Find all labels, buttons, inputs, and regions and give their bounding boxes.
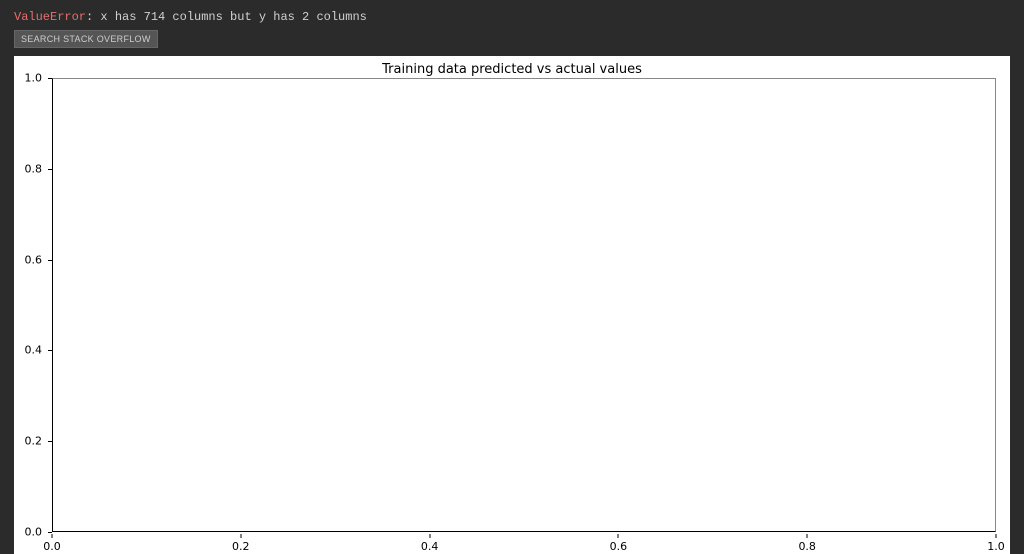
y-tick-label: 0.2 xyxy=(25,435,43,448)
y-tick-label: 0.4 xyxy=(25,344,43,357)
y-tick-label: 0.6 xyxy=(25,253,43,266)
x-tick-label: 1.0 xyxy=(987,540,1005,553)
x-axis-ticks: 0.0 0.2 0.4 0.6 0.8 1.0 xyxy=(52,534,996,554)
y-tick-label: 0.0 xyxy=(25,526,43,539)
y-tick-label: 0.8 xyxy=(25,162,43,175)
search-stack-overflow-button[interactable]: SEARCH STACK OVERFLOW xyxy=(14,30,158,48)
button-row: SEARCH STACK OVERFLOW xyxy=(0,30,1024,56)
x-tick-label: 0.8 xyxy=(798,540,816,553)
error-message: ValueError: x has 714 columns but y has … xyxy=(0,0,1024,30)
x-tick-label: 0.2 xyxy=(232,540,250,553)
y-axis-ticks: 0.0 0.2 0.4 0.6 0.8 1.0 xyxy=(14,78,48,532)
x-tick-label: 0.0 xyxy=(43,540,61,553)
x-tick-label: 0.4 xyxy=(421,540,439,553)
y-tick-label: 1.0 xyxy=(25,72,43,85)
matplotlib-figure: Training data predicted vs actual values… xyxy=(14,56,1010,554)
error-type: ValueError xyxy=(14,10,86,24)
chart-axes-area xyxy=(52,78,996,532)
error-detail: : x has 714 columns but y has 2 columns xyxy=(86,10,367,24)
x-tick-label: 0.6 xyxy=(610,540,628,553)
chart-title: Training data predicted vs actual values xyxy=(14,62,1010,77)
